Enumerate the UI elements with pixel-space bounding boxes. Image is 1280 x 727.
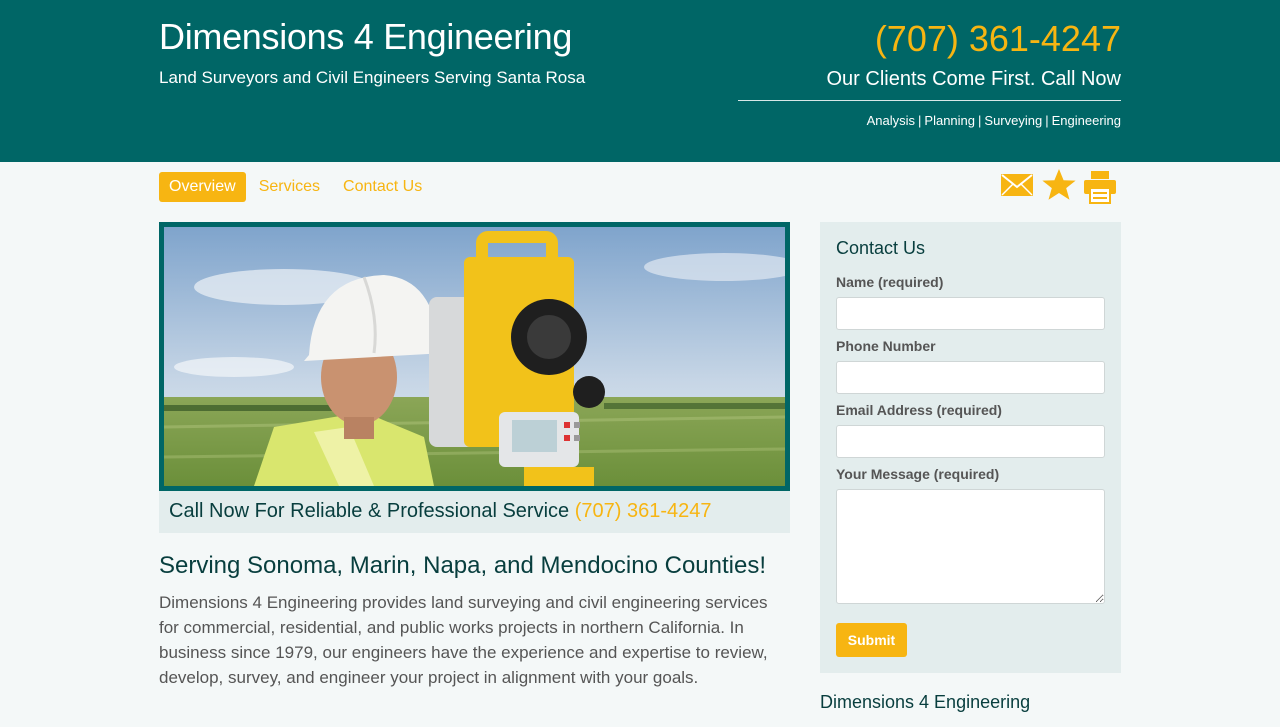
site-header: Dimensions 4 Engineering Land Surveyors …	[0, 0, 1280, 162]
header-service-links: Analysis | Planning | Surveying | Engineering	[867, 113, 1121, 128]
phone-label: Phone Number	[836, 338, 936, 354]
call-now-text: Call Now For Reliable & Professional Ser…	[169, 500, 570, 522]
nav-item-overview[interactable]: Overview	[159, 172, 246, 202]
phone-field[interactable]	[836, 361, 1105, 394]
nav-item-services[interactable]: Services	[249, 172, 330, 202]
email-label: Email Address (required)	[836, 402, 1002, 418]
surveyor-photo	[164, 227, 785, 486]
call-now-phone[interactable]: (707) 361-4247	[575, 500, 712, 522]
header-link-analysis[interactable]: Analysis	[867, 113, 915, 128]
hero-image	[159, 222, 790, 491]
link-separator: |	[918, 113, 922, 128]
name-field[interactable]	[836, 297, 1105, 330]
link-separator: |	[1045, 113, 1049, 128]
submit-button[interactable]: Submit	[836, 623, 907, 657]
header-link-surveying[interactable]: Surveying	[984, 113, 1042, 128]
site-title[interactable]: Dimensions 4 Engineering	[159, 16, 572, 58]
main-nav: Overview Services Contact Us	[159, 172, 435, 202]
email-field[interactable]	[836, 425, 1105, 458]
contact-form-title: Contact Us	[836, 238, 926, 258]
header-divider	[738, 100, 1121, 101]
message-field[interactable]	[836, 489, 1105, 604]
header-phone-link[interactable]: (707) 361-4247	[875, 18, 1121, 60]
page-tools	[1000, 168, 1121, 206]
star-icon[interactable]	[1041, 168, 1077, 207]
print-icon[interactable]	[1083, 170, 1117, 209]
call-now-bar: Call Now For Reliable & Professional Ser…	[159, 491, 790, 533]
site-tagline: Land Surveyors and Civil Engineers Servi…	[159, 68, 586, 87]
main-body-text: Dimensions 4 Engineering provides land s…	[159, 593, 768, 687]
message-label: Your Message (required)	[836, 466, 1000, 482]
header-link-planning[interactable]: Planning	[924, 113, 975, 128]
contact-form: Contact Us Name (required) Phone Number …	[820, 222, 1121, 673]
header-cta: Our Clients Come First. Call Now	[826, 68, 1121, 90]
nav-item-contact-us[interactable]: Contact Us	[333, 172, 432, 202]
name-label: Name (required)	[836, 274, 944, 290]
link-separator: |	[978, 113, 982, 128]
email-icon[interactable]	[1000, 172, 1034, 203]
header-link-engineering[interactable]: Engineering	[1052, 113, 1121, 128]
sidebar-company-name: Dimensions 4 Engineering	[820, 692, 1031, 712]
main-heading: Serving Sonoma, Marin, Napa, and Mendoci…	[159, 552, 767, 579]
